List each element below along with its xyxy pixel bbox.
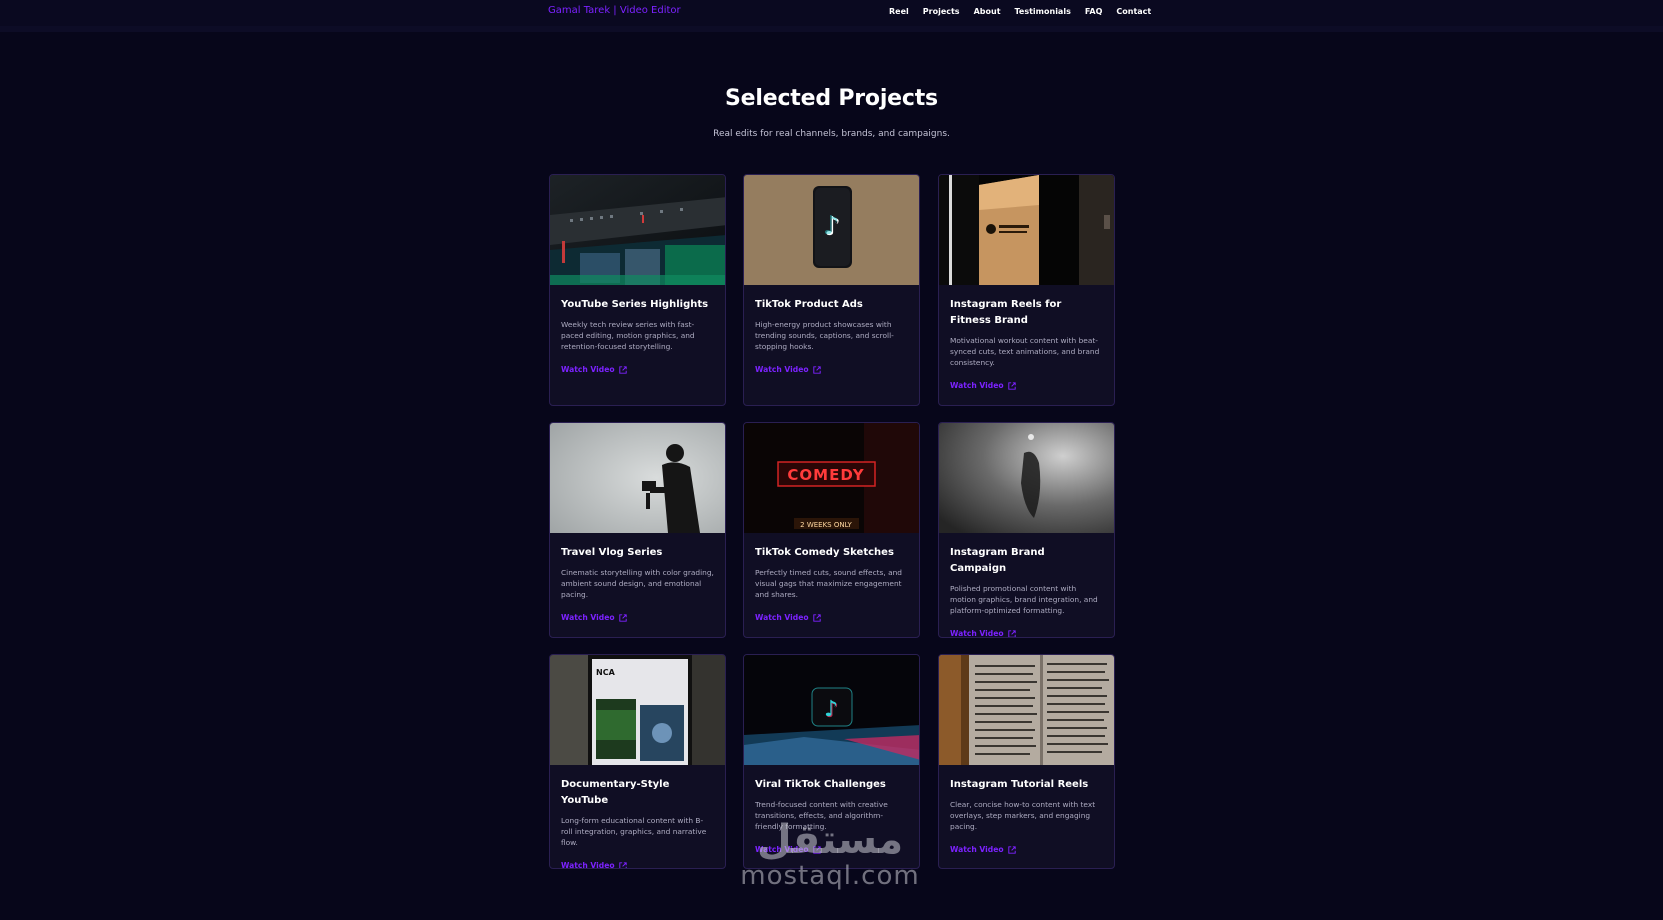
external-link-icon: [618, 861, 627, 868]
project-title: Documentary-Style YouTube: [561, 779, 670, 806]
nav-link-about[interactable]: About: [974, 7, 1001, 16]
watch-video-label: Watch Video: [755, 365, 809, 374]
watch-video-link[interactable]: Watch Video: [950, 845, 1016, 854]
project-thumbnail[interactable]: [550, 175, 725, 285]
section-title: Selected Projects: [725, 86, 938, 111]
project-card: Travel Vlog Series Cinematic storytellin…: [549, 422, 726, 638]
project-card: Instagram Tutorial Reels Clear, concise …: [938, 654, 1115, 869]
nav-link-projects[interactable]: Projects: [923, 7, 960, 16]
brand-logo[interactable]: Gamal Tarek | Video Editor: [548, 5, 681, 16]
nav-link-testimonials[interactable]: Testimonials: [1015, 7, 1071, 16]
watch-video-link[interactable]: Watch Video: [755, 845, 821, 854]
project-title: Instagram Tutorial Reels: [950, 779, 1089, 790]
project-description: Perfectly timed cuts, sound effects, and…: [755, 568, 902, 599]
external-link-icon: [812, 845, 821, 854]
nav-link-faq[interactable]: FAQ: [1085, 7, 1103, 16]
external-link-icon: [812, 613, 821, 622]
watch-video-label: Watch Video: [950, 845, 1004, 854]
project-description: Weekly tech review series with fast-pace…: [561, 320, 695, 351]
project-title: TikTok Comedy Sketches: [755, 547, 894, 558]
watch-video-label: Watch Video: [561, 365, 615, 374]
project-description: Motivational workout content with beat-s…: [950, 336, 1100, 367]
project-thumbnail[interactable]: [550, 423, 725, 533]
project-thumbnail[interactable]: [939, 655, 1114, 765]
watch-video-link[interactable]: Watch Video: [950, 629, 1016, 638]
project-thumbnail[interactable]: ♪ ♪: [744, 655, 919, 765]
project-card: YouTube Series Highlights Weekly tech re…: [549, 174, 726, 406]
project-title: TikTok Product Ads: [755, 299, 863, 310]
external-link-icon: [618, 365, 627, 374]
project-card: ♪ ♪ Viral TikTok Challenges Trend-focuse…: [743, 654, 920, 869]
watch-video-link[interactable]: Watch Video: [755, 613, 821, 622]
project-title: Instagram Reels for Fitness Brand: [950, 299, 1062, 326]
external-link-icon: [1007, 845, 1016, 854]
watch-video-label: Watch Video: [950, 629, 1004, 638]
nav-menu: Reel Projects About Testimonials FAQ Con…: [889, 7, 1165, 16]
external-link-icon: [1007, 629, 1016, 637]
watch-video-link[interactable]: Watch Video: [755, 365, 821, 374]
project-title: Travel Vlog Series: [561, 547, 663, 558]
nav-link-contact[interactable]: Contact: [1116, 7, 1151, 16]
watch-video-label: Watch Video: [561, 613, 615, 622]
svg-text:2 WEEKS ONLY: 2 WEEKS ONLY: [800, 521, 852, 529]
project-description: Clear, concise how-to content with text …: [950, 800, 1096, 831]
watch-video-link[interactable]: Watch Video: [561, 613, 627, 622]
svg-text:COMEDY: COMEDY: [787, 466, 864, 484]
project-thumbnail[interactable]: ♪ ♪: [744, 175, 919, 285]
project-card: ♪ ♪ TikTok Product Ads High-energy produ…: [743, 174, 920, 406]
project-thumbnail[interactable]: NCA: [550, 655, 725, 765]
watch-video-link[interactable]: Watch Video: [561, 365, 627, 374]
project-description: Polished promotional content with motion…: [950, 584, 1098, 615]
project-card: Instagram Reels for Fitness Brand Motiva…: [938, 174, 1115, 406]
watch-video-label: Watch Video: [561, 861, 615, 869]
svg-text:♪: ♪: [823, 211, 840, 241]
svg-text:♪: ♪: [824, 697, 838, 722]
project-card: Instagram Brand Campaign Polished promot…: [938, 422, 1115, 638]
external-link-icon: [1007, 381, 1016, 390]
project-card: NCA Documentary-Style YouTube Long-form …: [549, 654, 726, 869]
external-link-icon: [812, 365, 821, 374]
watch-video-link[interactable]: Watch Video: [561, 861, 627, 869]
project-card: COMEDY 2 WEEKS ONLY TikTok Comedy Sketch…: [743, 422, 920, 638]
nav-link-reel[interactable]: Reel: [889, 7, 909, 16]
project-title: YouTube Series Highlights: [561, 299, 709, 310]
watch-video-link[interactable]: Watch Video: [950, 381, 1016, 390]
project-description: Cinematic storytelling with color gradin…: [561, 568, 714, 599]
section-subtitle: Real edits for real channels, brands, an…: [713, 129, 950, 139]
project-thumbnail[interactable]: [939, 423, 1114, 533]
top-navbar: Gamal Tarek | Video Editor Reel Projects…: [0, 0, 1663, 32]
svg-text:NCA: NCA: [596, 668, 616, 677]
project-description: Trend-focused content with creative tran…: [755, 800, 888, 831]
project-thumbnail[interactable]: COMEDY 2 WEEKS ONLY: [744, 423, 919, 533]
project-title: Instagram Brand Campaign: [950, 547, 1045, 574]
project-description: High-energy product showcases with trend…: [755, 320, 894, 351]
watch-video-label: Watch Video: [755, 845, 809, 854]
project-description: Long-form educational content with B-rol…: [561, 816, 707, 847]
project-thumbnail[interactable]: [939, 175, 1114, 285]
watch-video-label: Watch Video: [950, 381, 1004, 390]
external-link-icon: [618, 613, 627, 622]
project-title: Viral TikTok Challenges: [755, 779, 886, 790]
watch-video-label: Watch Video: [755, 613, 809, 622]
